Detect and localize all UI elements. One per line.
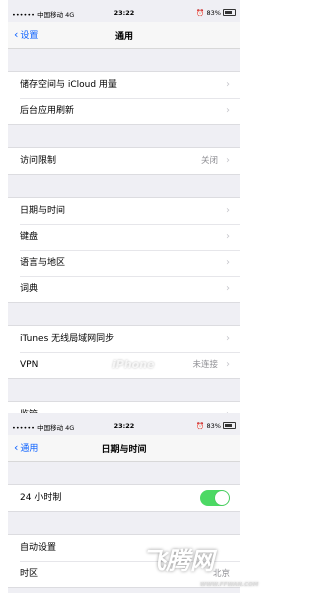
settings-group: 日期与时间 › 键盘 › 语言与地区 › 词典 › [8, 197, 240, 303]
row-label: 24 小时制 [20, 493, 62, 503]
row-label: 语言与地区 [20, 258, 66, 268]
chevron-right-icon: › [226, 359, 230, 370]
chevron-right-icon: › [226, 231, 230, 242]
settings-row-background-refresh[interactable]: 后台应用刷新 › [8, 98, 240, 124]
chevron-right-icon: › [226, 79, 230, 90]
battery-status: ⏰ 83% [196, 422, 236, 430]
settings-row-regulatory[interactable]: 监管 › [8, 402, 240, 413]
row-label: 键盘 [20, 232, 39, 242]
row-label: iTunes 无线局域网同步 [20, 334, 115, 344]
page-title: 通用 [114, 32, 133, 42]
settings-row-dictionary[interactable]: 词典 › [8, 276, 240, 302]
settings-group: 访问限制 关闭 › [8, 147, 240, 175]
row-label: 后台应用刷新 [20, 106, 75, 116]
toggle-knob [215, 491, 229, 505]
nav-bar: ‹ 设置 通用 [8, 22, 240, 49]
chevron-right-icon: › [226, 402, 230, 413]
battery-percent: 83% [206, 422, 221, 430]
nav-bar: ‹ 通用 日期与时间 [8, 435, 240, 462]
page-title: 日期与时间 [101, 445, 147, 455]
settings-group: 监管 › [8, 401, 240, 413]
row-detail: 关闭 [200, 156, 218, 166]
row-detail: 未连接 [192, 360, 218, 370]
settings-group: 储存空间与 iCloud 用量 › 后台应用刷新 › [8, 71, 240, 125]
chevron-right-icon: › [226, 155, 230, 166]
row-label: 词典 [20, 284, 39, 294]
settings-row-24-hour: 24 小时制 [8, 485, 240, 511]
status-bar: •••••• 中国移动 4G 23:22 ⏰ 83% [8, 8, 240, 20]
settings-row-language-region[interactable]: 语言与地区 › [8, 250, 240, 276]
watermark-url: WWW.FFWAN.COM [200, 582, 259, 588]
chevron-right-icon: › [226, 257, 230, 268]
watermark-iphone: iPhone [112, 358, 155, 371]
settings-group: 24 小时制 [8, 484, 240, 512]
24-hour-toggle[interactable] [200, 490, 230, 506]
battery-status: ⏰ 83% [196, 9, 236, 17]
row-label: VPN [20, 360, 39, 370]
chevron-right-icon: › [226, 205, 230, 216]
alarm-icon: ⏰ [196, 9, 205, 17]
settings-row-restrictions[interactable]: 访问限制 关闭 › [8, 148, 240, 174]
alarm-icon: ⏰ [196, 422, 205, 430]
row-label: 访问限制 [20, 156, 57, 166]
chevron-right-icon: › [226, 283, 230, 294]
battery-percent: 83% [206, 9, 221, 17]
settings-row-date-time[interactable]: 日期与时间 › [8, 198, 240, 224]
row-label: 时区 [20, 569, 39, 579]
row-label: 储存空间与 iCloud 用量 [20, 80, 117, 90]
general-settings-screen: •••••• 中国移动 4G 23:22 ⏰ 83% ‹ 设置 通用 储存空间与 … [8, 0, 240, 413]
status-bar: •••••• 中国移动 4G 23:22 ⏰ 83% [8, 421, 240, 433]
chevron-right-icon: › [226, 333, 230, 344]
battery-icon [223, 422, 236, 429]
watermark-logo: 飞腾网 [142, 547, 214, 575]
battery-icon [223, 9, 236, 16]
chevron-right-icon: › [226, 105, 230, 116]
settings-row-storage[interactable]: 储存空间与 iCloud 用量 › [8, 72, 240, 98]
settings-row-itunes-wifi-sync[interactable]: iTunes 无线局域网同步 › [8, 326, 240, 352]
row-label: 日期与时间 [20, 206, 66, 216]
row-label: 自动设置 [20, 543, 57, 553]
settings-row-keyboard[interactable]: 键盘 › [8, 224, 240, 250]
